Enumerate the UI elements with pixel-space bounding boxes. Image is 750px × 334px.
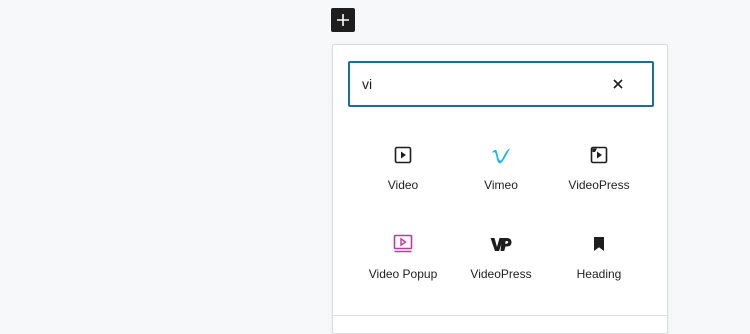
- block-label: VideoPress: [470, 267, 532, 281]
- videopress-icon: [587, 143, 611, 167]
- videopress-logo-icon: [489, 232, 513, 256]
- block-item-video[interactable]: Video: [354, 135, 452, 224]
- clear-search-button[interactable]: [606, 72, 630, 96]
- block-item-vimeo[interactable]: Vimeo: [452, 135, 550, 224]
- add-block-button[interactable]: [331, 8, 355, 32]
- block-results-grid: Video Vimeo VideoPress Video Popup Video…: [354, 135, 648, 313]
- vimeo-icon: [489, 143, 513, 167]
- search-input[interactable]: [362, 73, 592, 95]
- block-item-video-popup[interactable]: Video Popup: [354, 224, 452, 313]
- close-icon: [613, 79, 623, 89]
- block-label: VideoPress: [568, 178, 630, 192]
- panel-divider: [333, 315, 667, 316]
- video-icon: [391, 143, 415, 167]
- block-label: Video: [387, 178, 419, 192]
- block-item-videopress-2[interactable]: VideoPress: [452, 224, 550, 313]
- block-item-heading[interactable]: Heading: [550, 224, 648, 313]
- block-label: Vimeo: [484, 178, 518, 192]
- block-inserter-panel: Video Vimeo VideoPress: [332, 44, 668, 334]
- video-popup-icon: [391, 232, 415, 256]
- block-item-videopress[interactable]: VideoPress: [550, 135, 648, 224]
- bookmark-icon: [587, 232, 611, 256]
- search-box: [348, 61, 654, 107]
- plus-icon: [337, 14, 349, 26]
- block-label: Heading: [576, 267, 622, 281]
- block-label: Video Popup: [368, 267, 438, 281]
